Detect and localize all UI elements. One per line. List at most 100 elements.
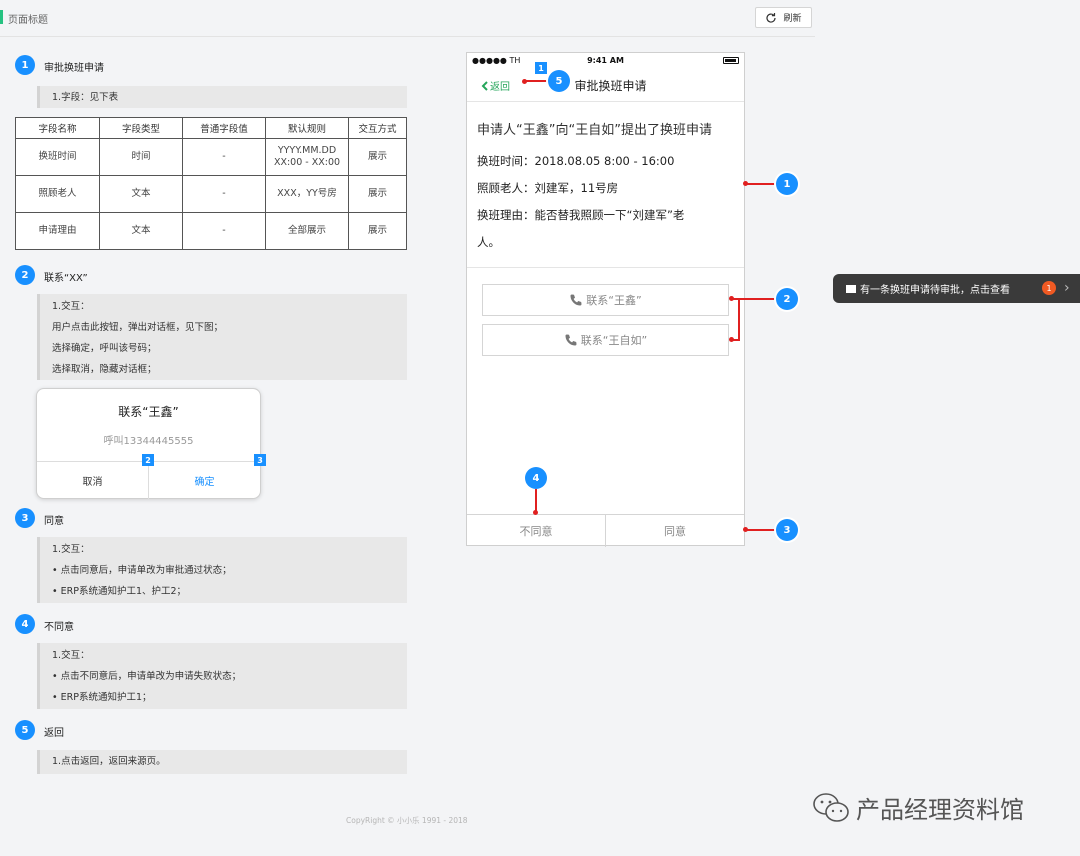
application-headline: 申请人“王鑫”向“王自如”提出了换班申请 xyxy=(477,123,712,138)
note-line: • ERP系统通知护工1； xyxy=(52,692,152,703)
note-line: 选择取消，隐藏对话框； xyxy=(52,364,157,375)
status-time: 9:41 AM xyxy=(587,56,624,65)
section-note: 1.交互： • 点击同意后，申请单改为审批通过状态； • ERP系统通知护工1、… xyxy=(37,537,407,603)
table-cell: 展示 xyxy=(348,175,407,213)
section-number: 3 xyxy=(15,508,35,528)
refresh-button[interactable]: 刷新 xyxy=(755,7,812,28)
annotation-line xyxy=(535,489,537,512)
table-cell: 文本 xyxy=(99,212,183,250)
phone-icon xyxy=(565,334,577,346)
marker-square: 3 xyxy=(254,454,266,466)
nav-title: 审批换班申请 xyxy=(574,79,647,93)
table-header: 默认规则 xyxy=(265,117,349,139)
section-title: 不同意 xyxy=(44,622,74,633)
annotation-line xyxy=(745,529,777,531)
nav-bar: 返回 审批换班申请 1 xyxy=(467,62,744,102)
table-header: 字段类型 xyxy=(99,117,183,139)
notification-badge: 1 xyxy=(1042,281,1056,295)
toast-text: 有一条换班申请待审批，点击查看 xyxy=(860,285,1010,296)
note-line: 选择确定，呼叫该号码； xyxy=(52,343,157,354)
table-cell: - xyxy=(182,175,266,213)
note-line: • 点击不同意后，申请单改为申请失败状态； xyxy=(52,671,242,682)
note-line: • 点击同意后，申请单改为审批通过状态； xyxy=(52,565,232,576)
contact-label: 联系“王自如” xyxy=(580,334,648,347)
info-line: 换班时间：2018.08.05 8:00 - 16:00 xyxy=(477,154,675,168)
annotation-marker: 5 xyxy=(548,70,570,92)
annotation-marker: 2 xyxy=(776,288,798,310)
agree-button[interactable]: 同意 xyxy=(605,515,744,547)
table-row: 申请理由 文本 - 全部展示 展示 xyxy=(15,212,407,250)
section-note: 1.交互： • 点击不同意后，申请单改为申请失败状态； • ERP系统通知护工1… xyxy=(37,643,407,709)
section-note: 1.点击返回，返回来源页。 xyxy=(37,750,407,774)
section-title: 联系“XX” xyxy=(44,273,88,284)
table-cell: - xyxy=(182,138,266,176)
table-cell: 申请理由 xyxy=(15,212,100,250)
table-header: 字段名称 xyxy=(15,117,100,139)
page-title: 页面标题 xyxy=(8,15,48,26)
note-line: • ERP系统通知护工1、护工2； xyxy=(52,586,187,597)
status-bar: ●●●●● TH 9:41 AM xyxy=(467,53,744,69)
annotation-line xyxy=(524,80,549,82)
table-cell: 展示 xyxy=(348,212,407,250)
section-note: 1.交互： 用户点击此按钮，弹出对话框，见下图； 选择确定，呼叫该号码； 选择取… xyxy=(37,294,407,380)
dialog-message: 呼叫13344445555 xyxy=(103,436,194,447)
section-number: 4 xyxy=(15,614,35,634)
table-cell: - xyxy=(182,212,266,250)
chevron-right-icon: › xyxy=(1064,280,1070,296)
table-row: 换班时间 时间 - YYYY.MM.DD XX:00 - XX:00 展示 xyxy=(15,138,407,176)
section-number: 1 xyxy=(15,55,35,75)
phone-icon xyxy=(570,294,582,306)
section-number: 5 xyxy=(15,720,35,740)
refresh-icon xyxy=(766,12,777,23)
table-cell: 文本 xyxy=(99,175,183,213)
note-line: 1.交互： xyxy=(52,544,90,555)
action-bar: 不同意 同意 xyxy=(467,514,744,547)
section-title: 审批换班申请 xyxy=(44,63,104,74)
title-marker xyxy=(0,10,3,24)
contact-wangziru-button[interactable]: 联系“王自如” xyxy=(482,324,729,356)
info-line: 换班理由：能否替我照顾一下“刘建军”老 xyxy=(477,208,685,222)
contact-wangxin-button[interactable]: 联系“王鑫” xyxy=(482,284,729,316)
section-note: 1.字段：见下表 xyxy=(37,86,407,108)
notification-toast[interactable]: 有一条换班申请待审批，点击查看 1 › xyxy=(833,274,1080,303)
dialog-title: 联系“王鑫” xyxy=(118,405,179,419)
annotation-marker: 4 xyxy=(525,467,547,489)
table-cell: 时间 xyxy=(99,138,183,176)
table-header: 普通字段值 xyxy=(182,117,266,139)
dialog-cancel-button[interactable]: 取消 xyxy=(37,462,148,499)
info-line: 人。 xyxy=(477,235,500,249)
disagree-button[interactable]: 不同意 xyxy=(467,515,605,547)
dialog-buttons: 取消 确定 xyxy=(37,461,260,499)
table-cell: 展示 xyxy=(348,138,407,176)
table-cell: 全部展示 xyxy=(265,212,349,250)
watermark-text: 产品经理资料馆 xyxy=(856,796,1024,824)
phone-mockup: ●●●●● TH 9:41 AM 返回 审批换班申请 1 申请人“王鑫”向“王自… xyxy=(466,52,745,547)
divider xyxy=(467,267,744,268)
battery-icon xyxy=(723,57,739,64)
annotation-marker: 1 xyxy=(776,173,798,195)
marker-square: 1 xyxy=(535,62,547,74)
top-bar: 页面标题 刷新 xyxy=(0,0,815,37)
mail-icon xyxy=(846,284,856,293)
note-line: 1.交互： xyxy=(52,301,90,312)
note-line: 1.字段：见下表 xyxy=(52,92,119,103)
note-line: 1.点击返回，返回来源页。 xyxy=(52,756,166,767)
annotation-line xyxy=(745,183,777,185)
section-number: 2 xyxy=(15,265,35,285)
copyright-text: CopyRight © 小小乐 1991 - 2018 xyxy=(346,816,468,825)
marker-square: 2 xyxy=(142,454,154,466)
table-header-row: 字段名称 字段类型 普通字段值 默认规则 交互方式 xyxy=(15,117,407,139)
annotation-marker: 3 xyxy=(776,519,798,541)
table-header: 交互方式 xyxy=(348,117,407,139)
info-line: 照顾老人：刘建军，11号房 xyxy=(477,181,619,195)
table-cell: XXX，YY号房 xyxy=(265,175,349,213)
annotation-line xyxy=(738,298,740,341)
contact-label: 联系“王鑫” xyxy=(586,294,642,307)
watermark: 产品经理资料馆 xyxy=(812,790,1024,825)
wechat-icon xyxy=(813,792,849,822)
note-line: 1.交互： xyxy=(52,650,90,661)
table-cell: 照顾老人 xyxy=(15,175,100,213)
section-title: 返回 xyxy=(44,728,64,739)
table-cell: YYYY.MM.DD XX:00 - XX:00 xyxy=(265,138,349,176)
dialog-confirm-button[interactable]: 确定 xyxy=(148,462,260,499)
